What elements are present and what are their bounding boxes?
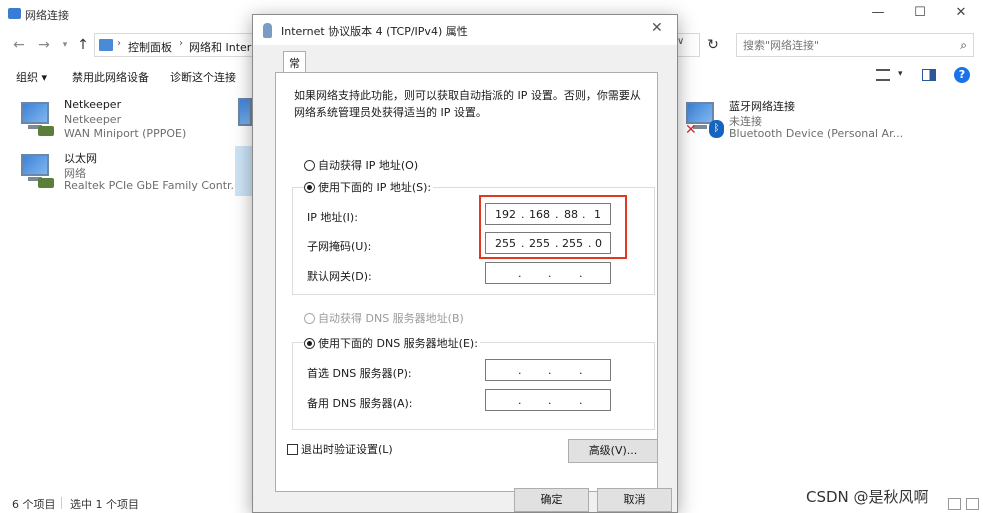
auto-ip-radio[interactable]: 自动获得 IP 地址(O) xyxy=(304,157,418,173)
network-properties-icon xyxy=(263,23,272,38)
refresh-icon[interactable]: ↻ xyxy=(701,34,725,56)
gateway-field[interactable]: . . . xyxy=(485,262,611,284)
dialog-titlebar: Internet 协议版本 4 (TCP/IPv4) 属性 ✕ xyxy=(253,15,677,45)
connection-name: 蓝牙网络连接 xyxy=(729,100,795,113)
disconnected-x-icon: ✕ xyxy=(685,122,697,138)
search-input[interactable] xyxy=(737,34,947,56)
recent-locations-chevron-icon[interactable]: ▾ xyxy=(56,36,74,54)
breadcrumb-control-panel[interactable]: 控制面板 xyxy=(128,39,172,55)
intro-text: 如果网络支持此功能，则可以获取自动指派的 IP 设置。否则，你需要从网络系统管理… xyxy=(294,89,641,119)
minimize-button[interactable]: — xyxy=(855,0,901,28)
preview-pane-icon[interactable] xyxy=(922,69,936,81)
ip-dot: . xyxy=(548,364,552,377)
gateway-label: 默认网关(D): xyxy=(307,270,372,283)
search-box[interactable]: ⌕ xyxy=(736,33,974,57)
tab-general[interactable]: 常规 xyxy=(283,51,306,86)
auto-ip-label: 自动获得 IP 地址(O) xyxy=(318,159,419,172)
ip-dot: . xyxy=(579,267,583,280)
ip-dot: . xyxy=(548,394,552,407)
connection-bluetooth[interactable]: ✕ ᛒ 蓝牙网络连接 未连接 Bluetooth Device (Persona… xyxy=(683,98,903,144)
connection-ethernet[interactable]: 以太网 网络 Realtek PCIe GbE Family Contr... xyxy=(18,150,241,196)
status-divider xyxy=(61,497,62,509)
ip-address-label: IP 地址(I): xyxy=(307,211,358,224)
dns-settings-group: 首选 DNS 服务器(P): . . . 备用 DNS 服务器(A): . . … xyxy=(292,342,655,430)
ip-dot: . xyxy=(579,364,583,377)
dialog-title: Internet 协议版本 4 (TCP/IPv4) 属性 xyxy=(281,25,468,38)
general-tab-panel: 如果网络支持此功能，则可以获取自动指派的 IP 设置。否则，你需要从网络系统管理… xyxy=(275,72,658,492)
help-icon[interactable]: ? xyxy=(954,67,970,83)
preferred-dns-field[interactable]: . . . xyxy=(485,359,611,381)
connection-device: WAN Miniport (PPPOE) xyxy=(64,127,187,140)
breadcrumb-chevron-icon[interactable]: › xyxy=(179,38,183,49)
validate-on-exit-checkbox[interactable]: 退出时验证设置(L) xyxy=(287,441,393,457)
manual-dns-label: 使用下面的 DNS 服务器地址(E): xyxy=(318,337,478,350)
breadcrumb-chevron-icon[interactable]: › xyxy=(117,38,121,49)
ip-dot: . xyxy=(518,267,522,280)
back-arrow-icon[interactable]: ← xyxy=(10,36,28,54)
dialog-close-icon[interactable]: ✕ xyxy=(651,20,663,36)
address-dropdown-icon[interactable]: ∨ xyxy=(677,36,684,47)
maximize-button[interactable]: ☐ xyxy=(897,0,943,28)
item-count: 6 个项目 xyxy=(12,498,56,511)
radio-off-icon xyxy=(304,313,315,324)
validate-on-exit-label: 退出时验证设置(L) xyxy=(301,443,393,456)
forward-arrow-icon[interactable]: → xyxy=(35,36,53,54)
connection-name: 以太网 xyxy=(64,152,97,165)
annotation-highlight-box xyxy=(479,195,627,259)
view-options-chevron-icon[interactable]: ▾ xyxy=(898,69,903,79)
manual-dns-radio[interactable]: 使用下面的 DNS 服务器地址(E): xyxy=(304,335,480,351)
connection-device: Realtek PCIe GbE Family Contr... xyxy=(64,179,242,192)
ok-button[interactable]: 确定 xyxy=(514,488,589,512)
bluetooth-icon: ᛒ xyxy=(709,120,724,138)
connection-netkeeper[interactable]: Netkeeper Netkeeper WAN Miniport (PPPOE) xyxy=(18,98,228,144)
search-icon[interactable]: ⌕ xyxy=(960,38,967,53)
preferred-dns-label: 首选 DNS 服务器(P): xyxy=(307,367,412,380)
window-title: 网络连接 xyxy=(25,9,69,22)
network-adapter-icon xyxy=(18,150,58,192)
radio-off-icon xyxy=(304,160,315,171)
alternate-dns-label: 备用 DNS 服务器(A): xyxy=(307,397,413,410)
network-adapter-icon xyxy=(18,98,58,140)
radio-on-icon xyxy=(304,338,315,349)
ipv4-properties-dialog: Internet 协议版本 4 (TCP/IPv4) 属性 ✕ 常规 如果网络支… xyxy=(252,14,678,513)
checkbox-unchecked-icon xyxy=(287,444,298,455)
diagnose-connection-button[interactable]: 诊断这个连接 xyxy=(170,69,236,85)
disable-device-button[interactable]: 禁用此网络设备 xyxy=(72,69,149,85)
advanced-button[interactable]: 高级(V)... xyxy=(568,439,658,463)
ip-dot: . xyxy=(518,394,522,407)
up-arrow-icon[interactable]: ↑ xyxy=(74,36,92,54)
connection-device: Bluetooth Device (Personal Ar... xyxy=(729,127,904,140)
auto-dns-radio[interactable]: 自动获得 DNS 服务器地址(B) xyxy=(304,310,464,326)
connection-name: Netkeeper xyxy=(64,98,122,111)
network-folder-icon xyxy=(8,8,21,19)
large-icons-view-icon[interactable] xyxy=(966,498,979,510)
close-button[interactable]: ✕ xyxy=(938,0,983,28)
ip-dot: . xyxy=(548,267,552,280)
ip-dot: . xyxy=(518,364,522,377)
watermark: CSDN @是秋风啊 xyxy=(806,488,929,506)
auto-dns-label: 自动获得 DNS 服务器地址(B) xyxy=(318,312,464,325)
details-view-icon[interactable] xyxy=(948,498,961,510)
manual-ip-radio[interactable]: 使用下面的 IP 地址(S): xyxy=(304,179,434,195)
radio-on-icon xyxy=(304,182,315,193)
connection-status: Netkeeper xyxy=(64,113,122,126)
ip-dot: . xyxy=(579,394,583,407)
control-panel-icon xyxy=(99,39,113,51)
subnet-mask-label: 子网掩码(U): xyxy=(307,240,372,253)
cancel-button[interactable]: 取消 xyxy=(597,488,672,512)
organize-menu[interactable]: 组织 ▾ xyxy=(16,69,47,85)
alternate-dns-field[interactable]: . . . xyxy=(485,389,611,411)
view-options-icon[interactable] xyxy=(876,69,890,81)
manual-ip-label: 使用下面的 IP 地址(S): xyxy=(318,181,432,194)
network-adapter-icon[interactable] xyxy=(238,98,252,126)
selected-count: 选中 1 个项目 xyxy=(70,498,139,511)
